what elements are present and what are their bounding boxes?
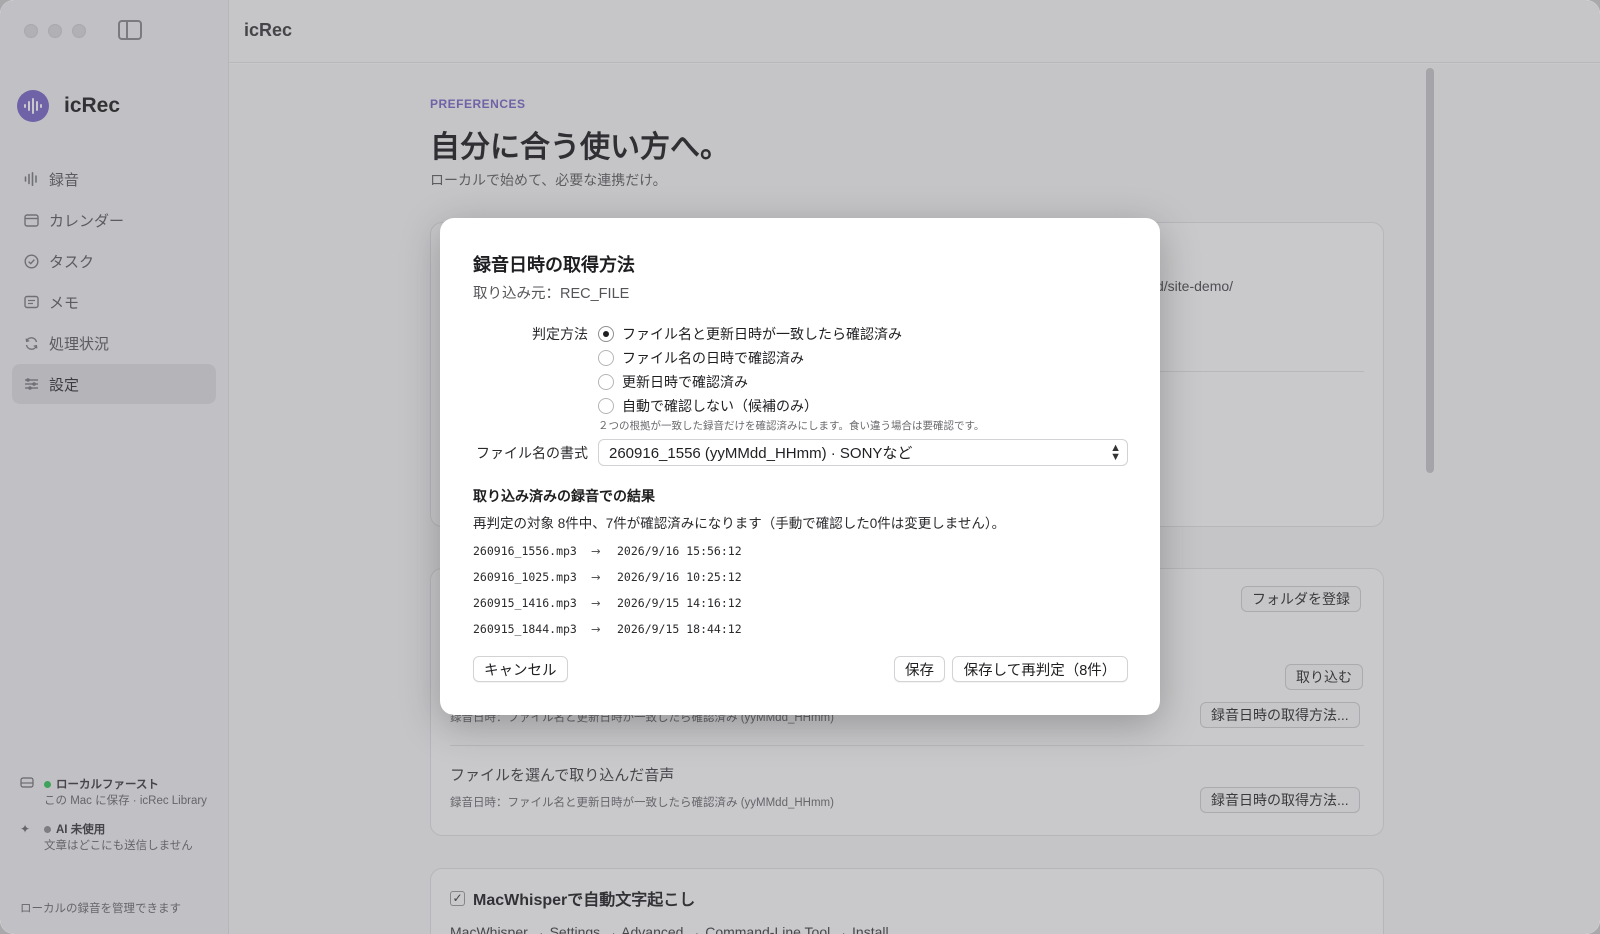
format-label: ファイル名の書式 bbox=[476, 445, 588, 461]
filename-format-select[interactable]: 260916_1556 (yyMMdd_HHmm) · SONYなど ▲ ▼ bbox=[598, 439, 1128, 466]
result-file: 260916_1025.mp3 bbox=[473, 570, 577, 584]
radio-option-filename-date[interactable]: ファイル名の日時で確認済み bbox=[598, 346, 902, 370]
result-row: 260916_1556.mp3 → 2026/9/16 15:56:12 bbox=[473, 538, 742, 564]
radio-unselected-icon[interactable] bbox=[598, 374, 614, 390]
dialog-title: 録音日時の取得方法 bbox=[473, 255, 635, 275]
radio-option-mtime[interactable]: 更新日時で確認済み bbox=[598, 370, 902, 394]
result-file: 260915_1844.mp3 bbox=[473, 622, 577, 636]
radio-selected-icon[interactable] bbox=[598, 326, 614, 342]
result-summary: 再判定の対象 8件中、7件が確認済みになります（手動で確認した0件は変更しません… bbox=[473, 516, 1006, 531]
save-button[interactable]: 保存 bbox=[894, 656, 945, 682]
filename-format-value: 260916_1556 (yyMMdd_HHmm) · SONYなど bbox=[609, 445, 913, 462]
arrow-right-icon: → bbox=[591, 596, 601, 610]
method-radio-group: ファイル名と更新日時が一致したら確認済み ファイル名の日時で確認済み 更新日時で… bbox=[598, 322, 902, 418]
save-and-rejudge-button[interactable]: 保存して再判定（8件） bbox=[952, 656, 1128, 682]
result-date: 2026/9/16 15:56:12 bbox=[617, 544, 742, 558]
result-date: 2026/9/15 18:44:12 bbox=[617, 622, 742, 636]
radio-unselected-icon[interactable] bbox=[598, 350, 614, 366]
cancel-button[interactable]: キャンセル bbox=[473, 656, 568, 682]
radio-label: 更新日時で確認済み bbox=[622, 374, 748, 390]
result-row: 260915_1844.mp3 → 2026/9/15 18:44:12 bbox=[473, 616, 742, 642]
method-hint: ２つの根拠が一致した録音だけを確認済みにします。食い違う場合は要確認です。 bbox=[598, 420, 985, 432]
dialog-source: 取り込み元：REC_FILE bbox=[473, 286, 630, 302]
radio-option-name-and-mtime[interactable]: ファイル名と更新日時が一致したら確認済み bbox=[598, 322, 902, 346]
app-window: icRec 録音 カレンダー タスク メモ 処理状況 設定 ローカルファースト … bbox=[0, 0, 1600, 934]
result-file: 260916_1556.mp3 bbox=[473, 544, 577, 558]
result-date: 2026/9/15 14:16:12 bbox=[617, 596, 742, 610]
radio-option-manual[interactable]: 自動で確認しない（候補のみ） bbox=[598, 394, 902, 418]
radio-unselected-icon[interactable] bbox=[598, 398, 614, 414]
radio-label: ファイル名の日時で確認済み bbox=[622, 350, 804, 366]
result-list: 260916_1556.mp3 → 2026/9/16 15:56:12 260… bbox=[473, 538, 742, 642]
radio-label: ファイル名と更新日時が一致したら確認済み bbox=[622, 326, 902, 342]
recording-date-dialog: 録音日時の取得方法 取り込み元：REC_FILE 判定方法 ファイル名と更新日時… bbox=[440, 218, 1160, 715]
result-file: 260915_1416.mp3 bbox=[473, 596, 577, 610]
result-heading: 取り込み済みの録音での結果 bbox=[473, 488, 655, 504]
result-date: 2026/9/16 10:25:12 bbox=[617, 570, 742, 584]
radio-label: 自動で確認しない（候補のみ） bbox=[622, 398, 818, 414]
chevron-updown-icon: ▲ ▼ bbox=[1110, 442, 1121, 463]
arrow-right-icon: → bbox=[591, 622, 601, 636]
method-label: 判定方法 bbox=[532, 326, 588, 342]
arrow-right-icon: → bbox=[591, 570, 601, 584]
result-row: 260916_1025.mp3 → 2026/9/16 10:25:12 bbox=[473, 564, 742, 590]
arrow-right-icon: → bbox=[591, 544, 601, 558]
result-row: 260915_1416.mp3 → 2026/9/15 14:16:12 bbox=[473, 590, 742, 616]
